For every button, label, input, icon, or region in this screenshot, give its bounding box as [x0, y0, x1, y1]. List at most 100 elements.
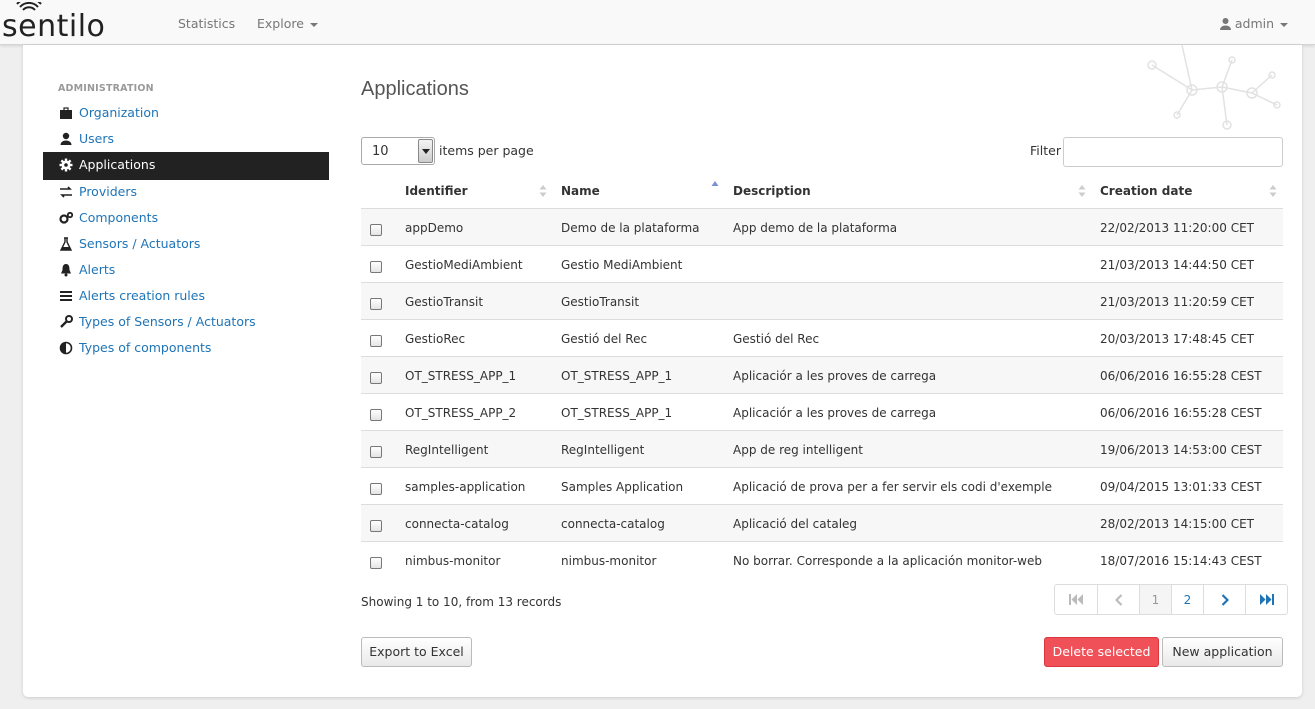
table-row[interactable]: connecta-catalog connecta-catalog Aplica… [361, 505, 1283, 542]
column-header-name[interactable]: Name [561, 184, 600, 198]
sidebar-item-label: Providers [79, 184, 137, 199]
sidebar-item-users[interactable]: Users [43, 126, 329, 154]
cell-description: Gestió del Rec [733, 332, 820, 346]
cell-identifier: OT_STRESS_APP_1 [405, 369, 517, 383]
sidebar-header: ADMINISTRATION [58, 83, 154, 94]
cell-name: OT_STRESS_APP_1 [561, 369, 673, 383]
row-checkbox[interactable] [370, 261, 382, 273]
column-header-description[interactable]: Description [733, 184, 811, 198]
adjust-icon [59, 341, 73, 355]
sidebar-item-sensors-actuators[interactable]: Sensors / Actuators [43, 231, 329, 259]
export-excel-button[interactable]: Export to Excel [361, 637, 472, 667]
cell-name: Demo de la plataforma [561, 221, 700, 235]
cell-creation-date: 28/02/2013 14:15:00 CET [1100, 517, 1254, 531]
new-application-button[interactable]: New application [1162, 637, 1283, 667]
bell-icon [61, 264, 71, 277]
last-page-button[interactable] [1245, 585, 1287, 614]
cell-identifier: GestioRec [405, 332, 466, 346]
table-row[interactable]: appDemo Demo de la plataforma App demo d… [361, 209, 1283, 246]
page-2-button[interactable]: 2 [1171, 585, 1203, 614]
caret-down-icon [309, 22, 318, 27]
row-checkbox[interactable] [370, 409, 382, 421]
next-page-button[interactable] [1203, 585, 1245, 614]
cell-identifier: nimbus-monitor [405, 554, 501, 568]
sidebar-item-components[interactable]: Components [43, 205, 329, 233]
chevron-right-icon [1221, 593, 1229, 606]
pagination: 1 2 [1054, 584, 1288, 615]
cell-name: OT_STRESS_APP_1 [561, 406, 673, 420]
previous-page-button[interactable] [1097, 585, 1139, 614]
table-row[interactable]: GestioRec Gestió del Rec Gestió del Rec … [361, 320, 1283, 357]
sidebar-item-types-components[interactable]: Types of components [43, 335, 329, 363]
row-checkbox[interactable] [370, 335, 382, 347]
sidebar-item-alerts[interactable]: Alerts [43, 257, 329, 285]
exchange-icon [60, 186, 72, 198]
row-checkbox[interactable] [370, 372, 382, 384]
content-panel: ADMINISTRATION Organization Users Applic… [23, 45, 1302, 697]
row-checkbox[interactable] [370, 446, 382, 458]
sidebar-item-label: Users [79, 131, 115, 146]
table-row[interactable]: RegIntelligent RegIntelligent App de reg… [361, 431, 1283, 468]
sort-both-icon[interactable] [1269, 184, 1277, 198]
table-row[interactable]: OT_STRESS_APP_2 OT_STRESS_APP_1 Aplicaci… [361, 394, 1283, 431]
list-icon [60, 291, 72, 301]
row-checkbox[interactable] [370, 224, 382, 236]
wrench-icon [60, 315, 73, 328]
cell-identifier: RegIntelligent [405, 443, 489, 457]
table-row[interactable]: samples-application Samples Application … [361, 468, 1283, 505]
sort-both-icon[interactable] [539, 184, 547, 198]
sidebar-item-label: Sensors / Actuators [79, 236, 201, 251]
row-checkbox[interactable] [370, 520, 382, 532]
filter-input[interactable] [1063, 137, 1283, 167]
cell-name: RegIntelligent [561, 443, 645, 457]
sort-asc-icon[interactable] [711, 180, 719, 194]
row-checkbox[interactable] [370, 483, 382, 495]
cogs-icon [59, 211, 73, 224]
sidebar-item-alerts-creation-rules[interactable]: Alerts creation rules [43, 283, 329, 311]
cell-description: Aplicació de prova per a fer servir els … [733, 480, 1052, 494]
delete-selected-button[interactable]: Delete selected [1044, 637, 1159, 667]
sentilo-logo[interactable]: sentilo [2, 2, 138, 42]
table-row[interactable]: GestioTransit GestioTransit 21/03/2013 1… [361, 283, 1283, 320]
first-page-icon [1069, 594, 1083, 605]
nav-statistics[interactable]: Statistics [178, 16, 235, 31]
row-checkbox[interactable] [370, 557, 382, 569]
sidebar-item-label: Components [79, 210, 159, 225]
sidebar-item-label: Organization [79, 105, 159, 120]
table-row[interactable]: GestioMediAmbient Gestio MediAmbient 21/… [361, 246, 1283, 283]
cell-creation-date: 06/06/2016 16:55:28 CEST [1100, 406, 1262, 420]
top-navbar: sentilo Statistics Explore admin [0, 0, 1315, 45]
filter-label: Filter [1030, 143, 1061, 158]
cell-identifier: GestioTransit [405, 295, 484, 309]
items-per-page-value: 10 [372, 144, 389, 159]
cell-name: GestioTransit [561, 295, 640, 309]
last-page-icon [1259, 594, 1274, 605]
table-header: Identifier Name Description Creation dat… [361, 172, 1283, 209]
table-row[interactable]: nimbus-monitor nimbus-monitor No borrar.… [361, 542, 1283, 579]
column-header-creation-date[interactable]: Creation date [1100, 184, 1192, 198]
items-per-page-select[interactable]: 10 [361, 137, 435, 165]
sidebar-item-label: Alerts [79, 262, 116, 277]
cell-identifier: OT_STRESS_APP_2 [405, 406, 517, 420]
column-header-identifier[interactable]: Identifier [405, 184, 468, 198]
sidebar-item-organization[interactable]: Organization [43, 100, 329, 128]
nav-explore-label: Explore [257, 16, 304, 31]
table-row[interactable]: OT_STRESS_APP_1 OT_STRESS_APP_1 Aplicaci… [361, 357, 1283, 394]
cell-creation-date: 18/07/2016 15:14:43 CEST [1100, 554, 1262, 568]
nav-explore[interactable]: Explore [257, 16, 318, 31]
cell-identifier: samples-application [405, 480, 526, 494]
first-page-button[interactable] [1055, 585, 1097, 614]
sort-both-icon[interactable] [1078, 184, 1086, 198]
row-checkbox[interactable] [370, 298, 382, 310]
sidebar-item-providers[interactable]: Providers [43, 179, 329, 207]
sidebar-item-types-sensors[interactable]: Types of Sensors / Actuators [43, 309, 329, 337]
user-menu[interactable]: admin [1219, 16, 1288, 31]
gear-icon [59, 158, 73, 172]
caret-down-icon [1280, 22, 1288, 27]
user-icon [60, 132, 72, 145]
cell-creation-date: 06/06/2016 16:55:28 CEST [1100, 369, 1262, 383]
cell-identifier: appDemo [405, 221, 464, 235]
sidebar-item-applications[interactable]: Applications [43, 152, 329, 180]
cell-description: App demo de la plataforma [733, 221, 898, 235]
page-1-button[interactable]: 1 [1139, 585, 1171, 614]
